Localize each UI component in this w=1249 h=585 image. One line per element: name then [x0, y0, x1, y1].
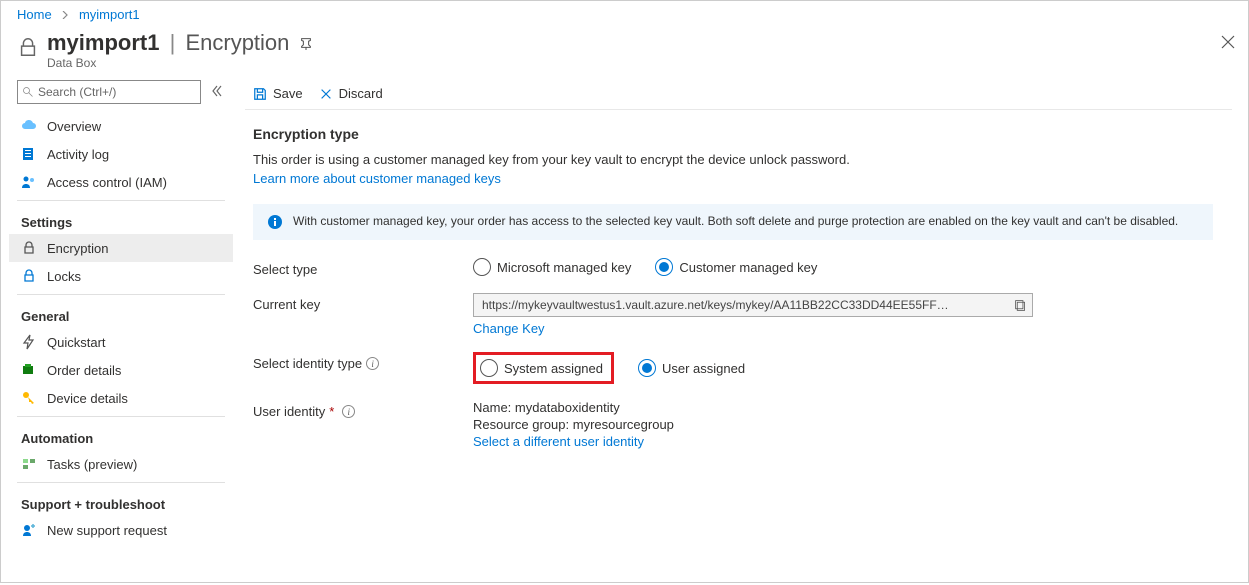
select-different-identity-link[interactable]: Select a different user identity — [473, 434, 644, 449]
search-placeholder: Search (Ctrl+/) — [38, 85, 116, 99]
nav-new-support[interactable]: New support request — [9, 516, 233, 544]
breadcrumb: Home myimport1 — [1, 1, 1248, 26]
current-key-field: https://mykeyvaultwestus1.vault.azure.ne… — [473, 293, 1033, 317]
pin-icon[interactable] — [299, 30, 313, 56]
change-key-link[interactable]: Change Key — [473, 321, 1197, 336]
nav-group-general: General — [9, 299, 233, 328]
people-icon — [21, 174, 37, 190]
identity-rg: myresourcegroup — [573, 417, 674, 432]
nav-group-automation: Automation — [9, 421, 233, 450]
toolbar: Save Discard — [245, 80, 1248, 109]
radio-user-assigned[interactable]: User assigned — [638, 359, 745, 377]
highlight-box: System assigned — [473, 352, 614, 384]
lock-icon — [17, 36, 37, 60]
section-title: Encryption type — [253, 126, 1197, 142]
close-button[interactable] — [1216, 30, 1232, 46]
current-key-label: Current key — [253, 293, 473, 312]
key-icon — [21, 390, 37, 406]
info-text: With customer managed key, your order ha… — [293, 214, 1178, 228]
nav-quickstart[interactable]: Quickstart — [9, 328, 233, 356]
order-icon — [21, 362, 37, 378]
cloud-icon — [21, 118, 37, 134]
resource-name: myimport1 — [47, 30, 159, 55]
discard-button[interactable]: Discard — [319, 86, 383, 101]
nav-iam[interactable]: Access control (IAM) — [9, 168, 233, 196]
sidebar-search-input[interactable]: Search (Ctrl+/) — [17, 80, 201, 104]
radio-customer-managed[interactable]: Customer managed key — [655, 258, 817, 276]
tasks-icon — [21, 456, 37, 472]
copy-key-button[interactable] — [1008, 299, 1032, 312]
info-tooltip-icon[interactable]: i — [342, 405, 355, 418]
user-identity-block: Name: mydataboxidentity Resource group: … — [473, 400, 1197, 449]
nav-overview[interactable]: Overview — [9, 112, 233, 140]
user-identity-label: User identity * i — [253, 400, 473, 419]
save-button[interactable]: Save — [253, 86, 303, 101]
lock-small-icon — [21, 268, 37, 284]
breadcrumb-home[interactable]: Home — [17, 7, 52, 22]
breadcrumb-current[interactable]: myimport1 — [79, 7, 140, 22]
page-header: myimport1 | Encryption Data Box — [1, 26, 1248, 80]
support-icon — [21, 522, 37, 538]
info-banner: With customer managed key, your order ha… — [253, 204, 1213, 240]
learn-more-link[interactable]: Learn more about customer managed keys — [253, 171, 501, 186]
section-description: This order is using a customer managed k… — [253, 152, 1197, 167]
select-identity-type-label: Select identity type i — [253, 352, 473, 371]
encryption-form: Select type Microsoft managed key Custom… — [245, 240, 1205, 449]
nav-group-support: Support + troubleshoot — [9, 487, 233, 516]
identity-name: mydataboxidentity — [515, 400, 620, 415]
select-type-label: Select type — [253, 258, 473, 277]
nav-tasks[interactable]: Tasks (preview) — [9, 450, 233, 478]
nav-encryption[interactable]: Encryption — [9, 234, 233, 262]
collapse-sidebar-button[interactable] — [209, 85, 225, 100]
resource-type: Data Box — [47, 56, 1216, 70]
nav-group-settings: Settings — [9, 205, 233, 234]
required-asterisk: * — [329, 404, 334, 419]
page-name: Encryption — [185, 30, 289, 55]
info-tooltip-icon[interactable]: i — [366, 357, 379, 370]
info-icon — [267, 214, 283, 230]
nav-activity-log[interactable]: Activity log — [9, 140, 233, 168]
encryption-type-section: Encryption type This order is using a cu… — [245, 110, 1205, 186]
lightning-icon — [21, 334, 37, 350]
radio-ms-managed[interactable]: Microsoft managed key — [473, 258, 631, 276]
nav-device-details[interactable]: Device details — [9, 384, 233, 412]
sidebar-nav: Overview Activity log Access control (IA… — [9, 112, 233, 544]
log-icon — [21, 146, 37, 162]
current-key-value[interactable]: https://mykeyvaultwestus1.vault.azure.ne… — [474, 298, 1008, 312]
nav-locks[interactable]: Locks — [9, 262, 233, 290]
page-title: myimport1 | Encryption — [47, 30, 1216, 56]
radio-system-assigned[interactable]: System assigned — [480, 359, 603, 377]
nav-order-details[interactable]: Order details — [9, 356, 233, 384]
main-panel: Save Discard Encryption type This order … — [233, 80, 1248, 585]
lock-small-icon — [21, 240, 37, 256]
sidebar: Search (Ctrl+/) Overview Activity log Ac… — [1, 80, 233, 585]
breadcrumb-separator — [61, 7, 73, 22]
